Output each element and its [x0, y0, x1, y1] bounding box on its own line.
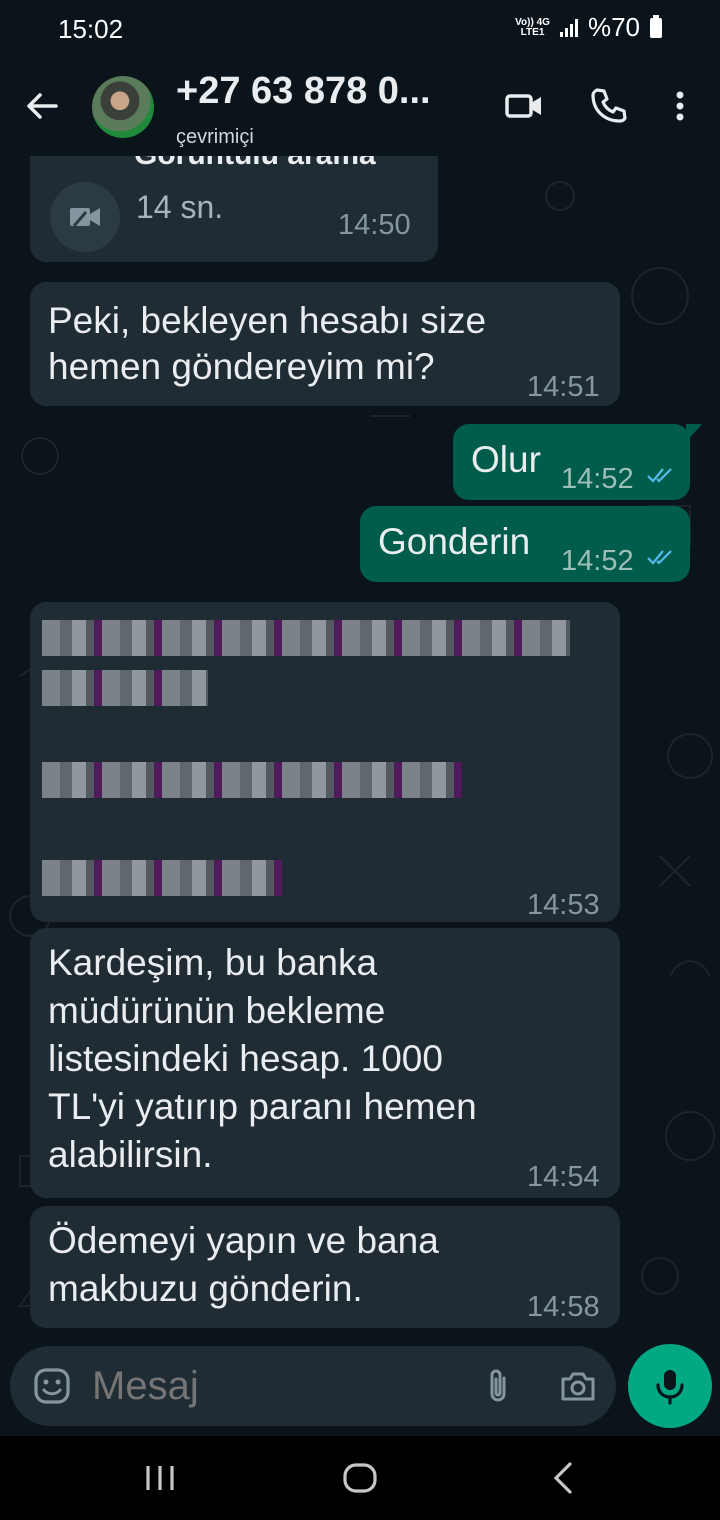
message-line: makbuzu gönderin.: [48, 1268, 363, 1309]
redacted-message[interactable]: 14:53: [30, 602, 620, 922]
outgoing-message[interactable]: Gonderin 14:52: [360, 506, 690, 582]
call-title: Görüntülü arama: [134, 156, 376, 178]
contact-avatar[interactable]: [92, 76, 154, 138]
redacted-text: [42, 762, 462, 798]
message-composer[interactable]: [10, 1346, 616, 1426]
read-ticks-icon: [647, 468, 672, 483]
outgoing-message[interactable]: Olur 14:52: [453, 424, 690, 500]
message-line: hemen göndereyim mi?: [48, 346, 435, 387]
call-duration: 14 sn.: [136, 189, 224, 225]
attach-icon[interactable]: [478, 1366, 518, 1406]
message-line: listesindeki hesap. 1000: [48, 1038, 443, 1079]
message-line: TL'yi yatırıp paranı hemen: [48, 1086, 477, 1127]
video-call-icon[interactable]: [504, 86, 544, 126]
network-type-top: Vo)) 4G: [515, 16, 550, 28]
battery-icon: [650, 14, 662, 38]
phone-icon[interactable]: [588, 86, 628, 126]
emoji-icon[interactable]: [32, 1366, 72, 1406]
message-line: Peki, bekleyen hesabı size: [48, 300, 487, 341]
message-line: müdürünün bekleme: [48, 990, 386, 1031]
read-ticks-icon: [647, 550, 672, 565]
network-type-bottom: LTE1: [520, 26, 545, 38]
home-icon[interactable]: [340, 1458, 380, 1498]
contact-status: çevrimiçi: [176, 126, 254, 148]
system-nav-bar: [0, 1436, 720, 1520]
message-time: 14:52: [561, 463, 634, 495]
incoming-message[interactable]: Peki, bekleyen hesabı size hemen göndere…: [30, 282, 620, 406]
nav-back-icon[interactable]: [544, 1458, 584, 1498]
status-indicators: Vo)) 4G LTE1 %70: [515, 12, 662, 43]
mic-button[interactable]: [628, 1344, 712, 1428]
message-line: Kardeşim, bu banka: [48, 942, 378, 983]
bubble-tail: [686, 424, 702, 442]
message-time: 14:58: [527, 1291, 600, 1323]
message-input[interactable]: [92, 1364, 452, 1409]
mic-icon: [656, 1370, 684, 1405]
signal-icon: [559, 18, 578, 37]
battery-percent: %70: [587, 12, 640, 42]
message-time: 14:54: [527, 1161, 600, 1193]
message-line: Gonderin: [378, 521, 531, 562]
redacted-text: [42, 670, 208, 706]
network-indicator: Vo)) 4G LTE1: [515, 16, 550, 38]
message-line: Ödemeyi yapın ve bana: [48, 1220, 439, 1261]
incoming-message[interactable]: Ödemeyi yapın ve bana makbuzu gönderin. …: [30, 1206, 620, 1328]
message-time: 14:51: [527, 371, 600, 403]
video-call-message[interactable]: Görüntülü arama 14 sn. 14:50: [30, 156, 438, 262]
message-line: alabilirsin.: [48, 1134, 213, 1175]
message-time: 14:53: [527, 889, 600, 921]
status-time: 15:02: [58, 14, 124, 44]
message-time: 14:50: [338, 209, 411, 241]
status-bar: 15:02 Vo)) 4G LTE1 %70: [0, 0, 720, 56]
more-vert-icon[interactable]: [660, 86, 700, 126]
chat-header: +27 63 878 0... çevrimiçi: [0, 56, 720, 156]
redacted-text: [42, 860, 282, 896]
chat-area[interactable]: Görüntülü arama 14 sn. 14:50 Peki, bekle…: [0, 156, 720, 1436]
back-arrow-icon[interactable]: [22, 86, 62, 126]
camera-icon[interactable]: [558, 1366, 598, 1406]
message-line: Olur: [471, 439, 541, 480]
recent-apps-icon[interactable]: [140, 1458, 180, 1498]
video-call-icon: [50, 182, 120, 252]
message-time: 14:52: [561, 545, 634, 577]
contact-name[interactable]: +27 63 878 0...: [176, 70, 431, 113]
redacted-text: [42, 620, 570, 656]
incoming-message[interactable]: Kardeşim, bu banka müdürünün bekleme lis…: [30, 928, 620, 1198]
